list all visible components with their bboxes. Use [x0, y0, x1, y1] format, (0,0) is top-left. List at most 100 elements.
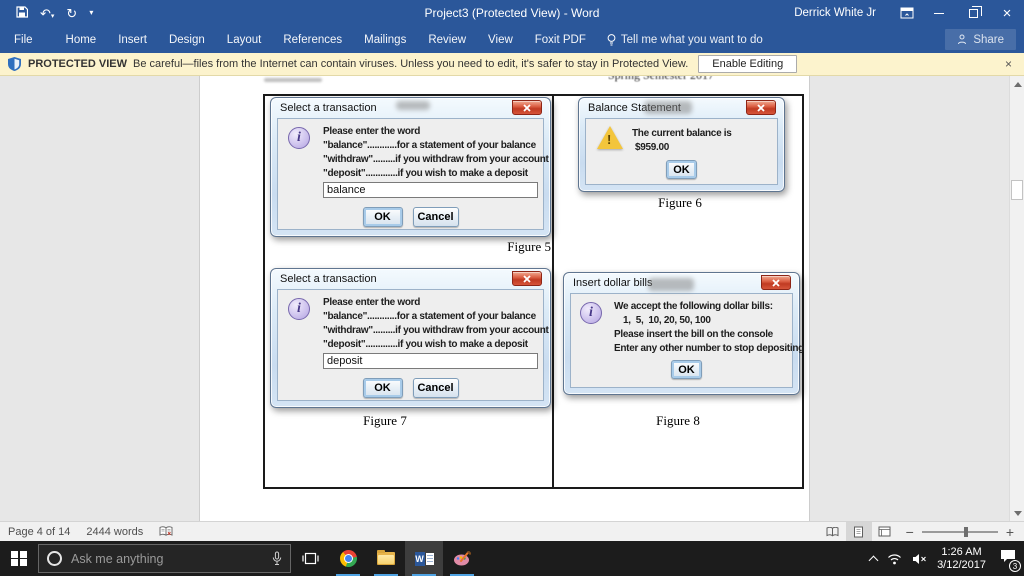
document-viewport[interactable]: Spring Semester 2017 Select a transactio…: [0, 76, 1024, 521]
ok-button[interactable]: OK: [363, 378, 403, 398]
ribbon-tab-row: File Home Insert Design Layout Reference…: [0, 26, 1024, 53]
figure6-caption: Figure 6: [630, 195, 730, 211]
dialog-body: The current balance is $959.00 OK: [585, 118, 778, 185]
dialog-close-button[interactable]: [746, 100, 776, 115]
dialog-message: Please enter the word "balance".........…: [323, 125, 549, 181]
start-button[interactable]: [0, 541, 38, 576]
web-layout-icon[interactable]: [872, 522, 898, 542]
taskbar-word-icon[interactable]: W: [405, 541, 443, 576]
zoom-out-button[interactable]: −: [906, 525, 914, 539]
tab-layout[interactable]: Layout: [216, 26, 273, 53]
tab-design[interactable]: Design: [158, 26, 216, 53]
action-center-button[interactable]: 3: [1000, 549, 1016, 568]
quick-access-toolbar: ↶▾ ↻ ▾: [0, 6, 93, 20]
print-layout-icon[interactable]: [846, 522, 872, 542]
close-button[interactable]: ×: [990, 0, 1024, 26]
clipped-header-right: Spring Semester 2017: [608, 76, 726, 83]
redo-icon[interactable]: ↻: [66, 7, 77, 20]
tab-home[interactable]: Home: [55, 26, 108, 53]
taskbar-paint-app-icon[interactable]: [443, 541, 481, 576]
document-scrollbar[interactable]: [1009, 76, 1024, 521]
tray-expand-icon[interactable]: [869, 555, 879, 565]
windows-logo-icon: [11, 551, 27, 567]
tab-references[interactable]: References: [272, 26, 353, 53]
ok-button[interactable]: OK: [666, 160, 697, 179]
clipped-header-left-illegible: [264, 78, 322, 82]
windows-taskbar: Ask me anything W 1:26 AM 3/12/2017 3: [0, 541, 1024, 576]
protected-view-label: PROTECTED VIEW: [28, 58, 127, 70]
cancel-button[interactable]: Cancel: [413, 378, 459, 398]
proofing-status-icon[interactable]: [151, 522, 181, 542]
smudge-mark: [644, 101, 692, 114]
tab-foxit-pdf[interactable]: Foxit PDF: [524, 26, 597, 53]
protected-view-message-bar: PROTECTED VIEW Be careful—files from the…: [0, 53, 1024, 76]
dialog-close-button[interactable]: [761, 275, 791, 290]
dialog-title: Select a transaction: [280, 273, 377, 285]
protected-view-text: Be careful—files from the Internet can c…: [133, 58, 688, 70]
customize-qat-icon[interactable]: ▾: [89, 9, 93, 17]
transaction-input[interactable]: [323, 353, 538, 369]
tab-review[interactable]: Review: [417, 26, 477, 53]
table-border-bottom: [263, 487, 804, 489]
signed-in-user[interactable]: Derrick White Jr: [794, 7, 876, 19]
save-icon[interactable]: [16, 6, 28, 20]
info-icon: i: [580, 302, 602, 324]
figure8-caption: Figure 8: [628, 413, 728, 429]
tab-file[interactable]: File: [0, 26, 44, 53]
page-indicator[interactable]: Page 4 of 14: [0, 522, 78, 542]
microphone-icon[interactable]: [272, 551, 282, 566]
ribbon-display-options-icon[interactable]: [892, 0, 922, 26]
tab-view[interactable]: View: [477, 26, 524, 53]
smudge-mark: [396, 101, 430, 110]
tab-mailings[interactable]: Mailings: [353, 26, 417, 53]
taskbar-file-explorer-icon[interactable]: [367, 541, 405, 576]
dialog-close-button[interactable]: [512, 271, 542, 286]
dialog-message: The current balance is $959.00: [632, 127, 732, 155]
ok-button[interactable]: OK: [363, 207, 403, 227]
close-x-icon: [772, 279, 780, 287]
smudge-mark: [648, 278, 694, 291]
restore-button[interactable]: [956, 0, 990, 26]
table-border-middle: [552, 94, 554, 489]
cortana-search-box[interactable]: Ask me anything: [38, 544, 291, 573]
transaction-input[interactable]: [323, 182, 538, 198]
lightbulb-icon: [607, 34, 616, 46]
dialog-close-button[interactable]: [512, 100, 542, 115]
wifi-icon[interactable]: [887, 553, 902, 565]
cancel-button[interactable]: Cancel: [413, 207, 459, 227]
table-border-top: [263, 94, 804, 96]
taskbar-chrome-icon[interactable]: [329, 541, 367, 576]
zoom-in-button[interactable]: +: [1006, 525, 1014, 539]
cortana-icon: [47, 551, 62, 566]
enable-editing-button[interactable]: Enable Editing: [698, 55, 797, 73]
volume-muted-icon[interactable]: [912, 553, 927, 565]
tab-insert[interactable]: Insert: [107, 26, 158, 53]
task-view-button[interactable]: [291, 541, 329, 576]
scroll-down-button[interactable]: [1010, 505, 1024, 521]
desktop: ↶▾ ↻ ▾ Project3 (Protected View) - Word …: [0, 0, 1024, 576]
tell-me-box[interactable]: Tell me what you want to do: [597, 34, 773, 46]
message-bar-close-icon[interactable]: ×: [1001, 57, 1016, 71]
warning-icon: [597, 126, 623, 149]
table-border-left: [263, 94, 265, 489]
zoom-slider[interactable]: [922, 531, 998, 533]
clock[interactable]: 1:26 AM 3/12/2017: [937, 546, 986, 572]
share-person-icon: [957, 34, 968, 45]
scrollbar-thumb[interactable]: [1011, 180, 1023, 200]
search-placeholder: Ask me anything: [71, 552, 263, 566]
dialog-message: Please enter the word "balance".........…: [323, 296, 549, 352]
share-button[interactable]: Share: [945, 29, 1016, 50]
shield-icon: [8, 57, 21, 71]
close-x-icon: [523, 275, 531, 283]
figure7-select-transaction-dialog: Select a transaction i Please enter the …: [270, 268, 551, 408]
notification-badge: 3: [1009, 560, 1021, 572]
task-view-icon: [302, 552, 319, 565]
word-count[interactable]: 2444 words: [78, 522, 151, 542]
ok-button[interactable]: OK: [671, 360, 702, 379]
read-mode-icon[interactable]: [820, 522, 846, 542]
system-tray: 1:26 AM 3/12/2017 3: [870, 541, 1024, 576]
zoom-slider-thumb[interactable]: [964, 527, 968, 537]
undo-icon[interactable]: ↶▾: [40, 7, 54, 20]
scroll-up-button[interactable]: [1010, 76, 1024, 92]
minimize-button[interactable]: [922, 0, 956, 26]
